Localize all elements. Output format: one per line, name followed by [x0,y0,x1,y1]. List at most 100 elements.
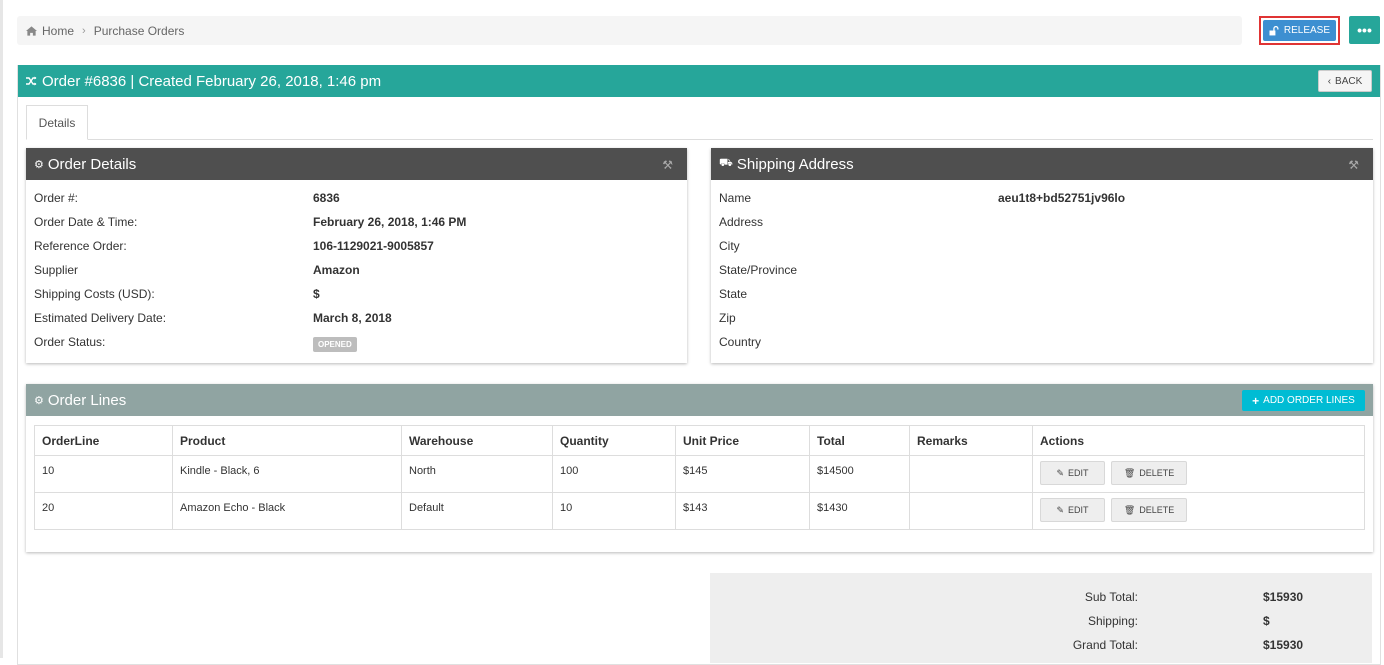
detail-label: Reference Order: [34,239,127,253]
tab-details-label: Details [38,115,76,130]
order-header: Order #6836 | Created February 26, 2018,… [18,65,1380,97]
table-header-row: OrderLine Product Warehouse Quantity Uni… [34,425,1365,456]
address-row-state-province: State/Province [711,257,1373,281]
trash-icon: 🗑 [1123,467,1136,478]
shipping-value: $ [1263,614,1270,628]
column-header[interactable]: Remarks [909,425,1033,456]
truck-icon: ⛟ [719,157,733,169]
detail-row-order-status: Order Status: OPENED [26,329,687,353]
delete-label: DELETE [1139,505,1175,515]
detail-value: March 8, 2018 [313,311,392,325]
status-badge-wrap: OPENED [313,336,357,352]
cell-remarks [909,455,1033,493]
subtotal-label: Sub Total: [1084,590,1138,604]
edit-icon: ✎ [1056,467,1065,478]
order-lines-box: ⚙ Order Lines + ADD ORDER LINES OrderLin… [26,384,1373,552]
edit-button[interactable]: ✎ EDIT [1040,461,1105,485]
address-row-country: Country [711,329,1373,353]
address-value: aeu1t8+bd52751jv96lo [998,191,1126,205]
breadcrumb-home[interactable]: Home [42,24,74,38]
add-order-lines-label: ADD ORDER LINES [1263,395,1355,406]
cell-product: Kindle - Black, 6 [172,455,402,493]
cell-total: $14500 [809,455,910,493]
column-header[interactable]: Unit Price [675,425,810,456]
cell-unit-price: $145 [675,455,810,493]
table-row: 10 Kindle - Black, 6 North 100 $145 $145… [34,455,1365,493]
breadcrumb-separator-icon: › [82,24,86,37]
detail-label: Shipping Costs (USD): [34,287,155,301]
detail-row-delivery-date: Estimated Delivery Date: March 8, 2018 [26,305,687,329]
more-options-button[interactable]: ••• [1349,16,1380,44]
cell-unit-price: $143 [675,492,810,530]
detail-value: $ [313,287,320,301]
ellipsis-icon: ••• [1357,22,1372,38]
unlock-icon [1269,25,1279,35]
address-label: City [719,239,740,253]
shuffle-icon [26,76,37,86]
cogs-icon: ⚙ [34,394,44,407]
address-row-zip: Zip [711,305,1373,329]
order-lines-header: ⚙ Order Lines + ADD ORDER LINES [26,384,1373,416]
release-button-highlight: RELEASE [1259,16,1340,45]
detail-value: 106-1129021-9005857 [313,239,434,253]
order-details-header: ⚙ Order Details ⚒ [26,148,687,180]
subtotal-value: $15930 [1263,590,1304,604]
totals-panel: Sub Total: $15930 Shipping: $ Grand Tota… [710,573,1372,663]
breadcrumb: Home › Purchase Orders [17,16,1242,45]
column-header: Actions [1032,425,1365,456]
column-header[interactable]: Warehouse [401,425,553,456]
detail-label: Order Date & Time: [34,215,138,229]
shipping-address-header: ⛟ Shipping Address ⚒ [711,148,1373,180]
address-label: State [719,287,748,301]
address-label: State/Province [719,263,798,277]
cell-remarks [909,492,1033,530]
shipping-row: Shipping: $ [710,608,1372,632]
delete-label: DELETE [1139,468,1175,478]
edit-label: EDIT [1068,468,1089,478]
edit-label: EDIT [1068,505,1089,515]
wrench-icon[interactable]: ⚒ [662,158,673,172]
breadcrumb-current[interactable]: Purchase Orders [94,24,185,38]
grand-total-row: Grand Total: $15930 [710,632,1372,656]
detail-row-order-number: Order #: 6836 [26,185,687,209]
address-label: Country [719,335,762,349]
shipping-label: Shipping: [1087,614,1138,628]
home-icon [26,25,37,36]
cell-total: $1430 [809,492,910,530]
tab-bar: Details [26,105,1373,140]
delete-button[interactable]: 🗑 DELETE [1111,461,1188,485]
subtotal-row: Sub Total: $15930 [710,584,1372,608]
order-title: Order #6836 | Created February 26, 2018,… [42,72,382,90]
cell-warehouse: North [401,455,553,493]
add-order-lines-button[interactable]: + ADD ORDER LINES [1242,390,1365,411]
detail-value: Amazon [313,263,360,277]
edit-button[interactable]: ✎ EDIT [1040,498,1105,522]
column-header[interactable]: Product [172,425,402,456]
table-row: 20 Amazon Echo - Black Default 10 $143 $… [34,492,1365,530]
detail-label: Order #: [34,191,79,205]
column-header[interactable]: Quantity [552,425,676,456]
shipping-address-title: Shipping Address [736,155,854,173]
column-header[interactable]: OrderLine [34,425,173,456]
address-row-state: State [711,281,1373,305]
address-row-city: City [711,233,1373,257]
column-header[interactable]: Total [809,425,910,456]
cell-actions: ✎ EDIT 🗑 DELETE [1032,492,1365,530]
release-button[interactable]: RELEASE [1263,20,1336,41]
cell-orderline: 10 [34,455,173,493]
status-badge: OPENED [313,337,357,352]
detail-label: Estimated Delivery Date: [34,311,167,325]
tab-details[interactable]: Details [26,105,88,140]
address-row-name: Name aeu1t8+bd52751jv96lo [711,185,1373,209]
detail-row-order-date: Order Date & Time: February 26, 2018, 1:… [26,209,687,233]
top-bar: Home › Purchase Orders RELEASE ••• [17,16,1381,45]
cell-quantity: 100 [552,455,676,493]
cell-orderline: 20 [34,492,173,530]
back-button[interactable]: ‹ BACK [1318,70,1372,92]
cell-quantity: 10 [552,492,676,530]
grand-total-value: $15930 [1263,638,1304,652]
left-edge [0,0,3,658]
delete-button[interactable]: 🗑 DELETE [1111,498,1188,522]
wrench-icon[interactable]: ⚒ [1348,158,1359,172]
address-row-address: Address [711,209,1373,233]
